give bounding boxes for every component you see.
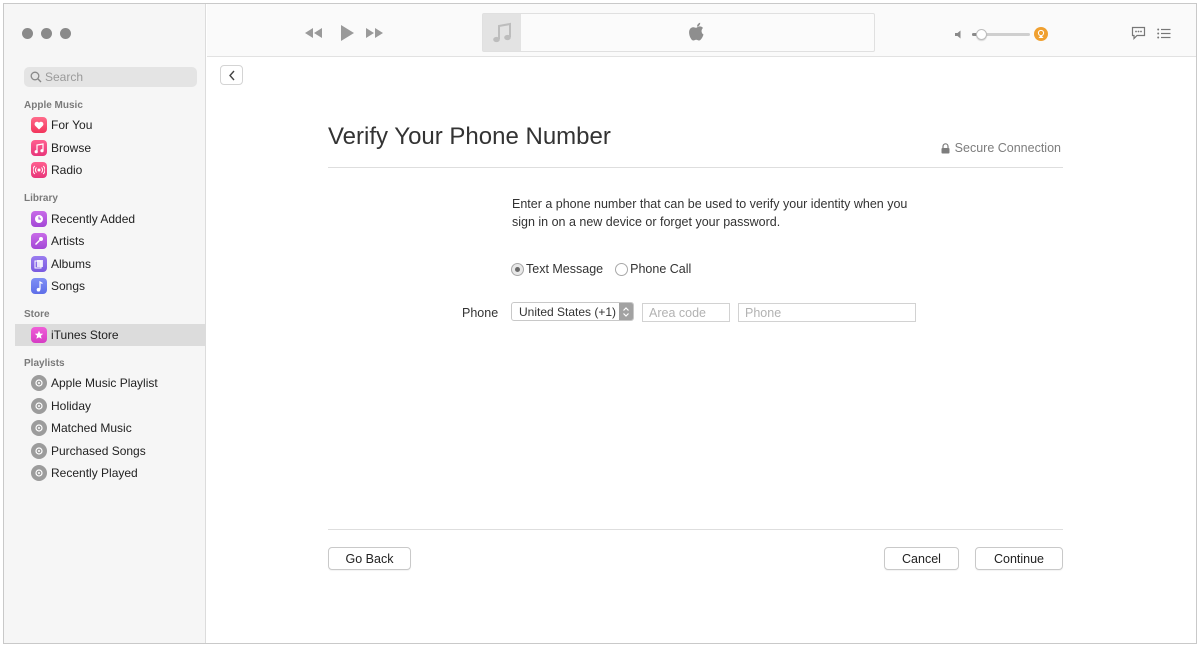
close-window-button[interactable] — [22, 28, 33, 39]
gear-icon — [31, 465, 47, 481]
search-icon — [30, 71, 42, 83]
phone-call-label[interactable]: Phone Call — [630, 262, 691, 276]
sidebar-heading-apple-music: Apple Music — [24, 100, 83, 111]
verification-method-group: Text Message Phone Call — [511, 260, 691, 278]
phone-number-input[interactable] — [738, 303, 916, 322]
area-code-input[interactable] — [642, 303, 730, 322]
playback-toolbar — [207, 4, 1196, 57]
search-placeholder: Search — [45, 70, 84, 84]
rewind-icon[interactable] — [303, 27, 323, 39]
sidebar-item-label: Browse — [51, 141, 92, 155]
sidebar-item-label: Recently Added — [51, 212, 136, 226]
sidebar-item-holiday[interactable]: Holiday — [16, 395, 205, 417]
sidebar-item-label: Songs — [51, 279, 86, 293]
album-icon — [31, 256, 47, 272]
sidebar-item-label: For You — [51, 118, 93, 132]
sidebar-item-label: Matched Music — [51, 421, 132, 435]
secure-connection-indicator: Secure Connection — [941, 141, 1061, 155]
sidebar-item-albums[interactable]: Albums — [16, 253, 205, 275]
heart-icon — [31, 117, 47, 133]
chevron-left-icon — [228, 70, 235, 80]
sidebar-item-for-you[interactable]: For You — [16, 114, 205, 136]
lock-icon — [941, 142, 950, 153]
now-playing-display — [482, 13, 875, 52]
sidebar-item-itunes-store[interactable]: iTunes Store — [15, 324, 206, 346]
sidebar-item-artists[interactable]: Artists — [16, 230, 205, 252]
gear-icon — [31, 375, 47, 391]
search-field[interactable]: Search — [24, 67, 197, 87]
sidebar-item-apple-music-playlist[interactable]: Apple Music Playlist — [16, 372, 205, 394]
music-note-icon — [31, 278, 47, 294]
continue-button[interactable]: Continue — [975, 547, 1063, 570]
country-code-select[interactable]: United States (+1) — [511, 302, 634, 321]
footer-divider — [328, 529, 1063, 530]
go-back-button[interactable]: Go Back — [328, 547, 411, 570]
lyrics-icon[interactable] — [1131, 26, 1146, 40]
volume-low-icon — [955, 30, 961, 39]
cancel-button[interactable]: Cancel — [884, 547, 959, 570]
sidebar-item-label: iTunes Store — [51, 328, 119, 342]
radio-icon — [31, 162, 47, 178]
music-note-icon — [31, 140, 47, 156]
apple-logo-icon — [689, 22, 704, 41]
sidebar-item-songs[interactable]: Songs — [16, 275, 205, 297]
text-message-radio[interactable] — [511, 262, 524, 276]
secure-connection-label: Secure Connection — [954, 141, 1061, 155]
itunes-window: Search Apple Music For You Browse Radio … — [3, 3, 1197, 644]
phone-label: Phone — [462, 306, 499, 320]
page-title: Verify Your Phone Number — [328, 123, 611, 150]
sidebar-item-recently-added[interactable]: Recently Added — [16, 208, 205, 230]
phone-call-radio[interactable] — [615, 262, 629, 276]
minimize-window-button[interactable] — [41, 28, 52, 39]
zoom-window-button[interactable] — [60, 28, 71, 39]
sidebar-item-browse[interactable]: Browse — [16, 137, 205, 159]
gear-icon — [31, 398, 47, 414]
sidebar: Search Apple Music For You Browse Radio … — [4, 4, 206, 643]
gear-icon — [31, 420, 47, 436]
album-art-placeholder — [483, 14, 521, 51]
sidebar-item-label: Apple Music Playlist — [51, 376, 158, 390]
country-code-value: United States (+1) — [519, 305, 617, 319]
header-divider — [328, 167, 1063, 168]
text-message-label[interactable]: Text Message — [526, 262, 603, 276]
fast-forward-icon[interactable] — [365, 27, 385, 39]
back-button[interactable] — [220, 65, 243, 85]
stepper-arrows-icon — [619, 303, 633, 320]
sidebar-item-label: Artists — [51, 234, 85, 248]
clock-icon — [31, 211, 47, 227]
volume-slider[interactable] — [972, 29, 1030, 40]
sidebar-item-recently-played[interactable]: Recently Played — [16, 462, 205, 484]
sidebar-heading-library: Library — [24, 193, 58, 204]
play-icon[interactable] — [339, 24, 355, 42]
volume-knob[interactable] — [976, 29, 987, 40]
sidebar-item-purchased-songs[interactable]: Purchased Songs — [16, 440, 205, 462]
sidebar-item-label: Albums — [51, 257, 92, 271]
instructions-text: Enter a phone number that can be used to… — [512, 197, 908, 229]
gear-icon — [31, 443, 47, 459]
sidebar-item-matched-music[interactable]: Matched Music — [16, 417, 205, 439]
airplay-icon[interactable] — [1034, 27, 1048, 41]
sidebar-heading-store: Store — [24, 309, 50, 320]
up-next-list-icon[interactable] — [1157, 28, 1171, 39]
sidebar-item-radio[interactable]: Radio — [16, 159, 205, 181]
music-note-icon — [493, 22, 511, 42]
sidebar-item-label: Holiday — [51, 399, 92, 413]
sidebar-item-label: Radio — [51, 163, 83, 177]
sidebar-item-label: Purchased Songs — [51, 444, 146, 458]
sidebar-heading-playlists: Playlists — [24, 358, 65, 369]
star-icon — [31, 327, 47, 343]
microphone-icon — [31, 233, 47, 249]
sidebar-item-label: Recently Played — [51, 466, 138, 480]
